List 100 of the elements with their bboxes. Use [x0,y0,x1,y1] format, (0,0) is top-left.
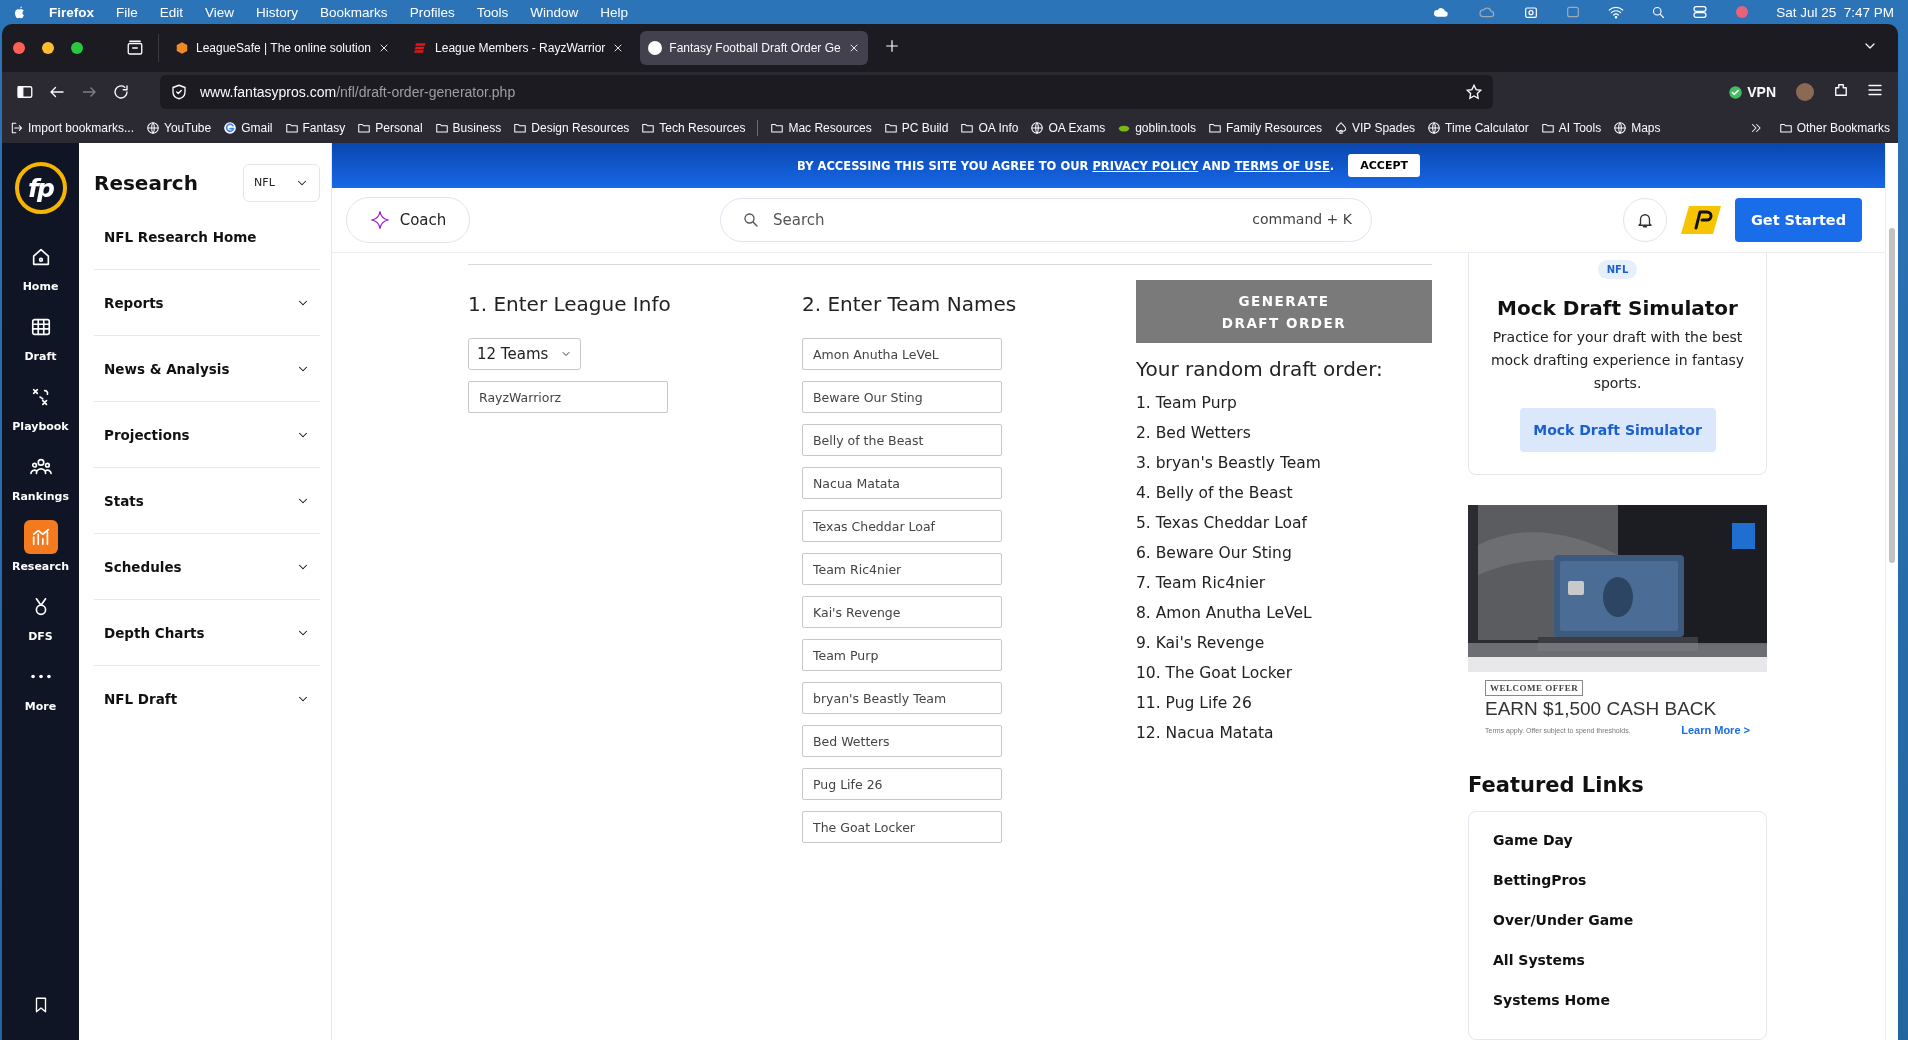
team-name-field[interactable]: Kai's Revenge [802,596,1002,628]
policy-link[interactable]: TERMS OF USE [1234,158,1330,173]
rail-item[interactable]: Home [2,231,79,301]
menu-item[interactable]: File [116,4,138,20]
extensions-icon[interactable] [1832,81,1850,99]
rail-item[interactable]: More [2,651,79,721]
avatar[interactable] [1796,83,1814,101]
bookmark[interactable]: Gmail [223,120,273,135]
rail-item[interactable]: Playbook [2,371,79,441]
rail-item[interactable]: Research [2,511,79,581]
team-name-field[interactable]: Nacua Matata [802,467,1002,499]
vpn-button[interactable]: VPN [1728,84,1776,100]
bookmark[interactable]: YouTube [146,120,212,135]
menu-item[interactable]: History [256,4,299,20]
sport-select[interactable]: NFL [243,163,320,202]
bookmark[interactable]: PC Build [883,120,949,135]
sidebar-item[interactable]: NFL Draft [94,666,320,731]
bookmark[interactable]: Design Resources [513,120,630,135]
browser-tab[interactable]: Fantasy Football Draft Order Ge [640,31,868,65]
sidebar-item[interactable]: NFL Research Home [94,204,320,270]
menu-item[interactable]: Edit [159,4,184,20]
globe-icon [1030,120,1045,135]
featured-link[interactable]: Over/Under Game [1493,900,1634,940]
browser-tab[interactable]: League Members - RayzWarrior [406,31,633,65]
bookmark[interactable]: Fantasy [284,120,346,135]
toggle-icon [1692,4,1709,20]
team-name-field[interactable]: Belly of the Beast [802,424,1002,456]
get-started-button[interactable]: Get Started [1735,198,1862,242]
notifications-button[interactable] [1623,198,1667,242]
bookmark[interactable]: AI Tools [1540,120,1602,135]
mock-draft-button[interactable]: Mock Draft Simulator [1519,408,1716,452]
draft-order-item: 3. bryan's Beastly Team [1136,453,1322,474]
search-icon [1651,4,1667,20]
featured-link[interactable]: Systems Home [1493,980,1610,1020]
sport-badge: NFL [1597,260,1638,279]
sidebar-item[interactable]: News & Analysis [94,336,320,402]
rail-item[interactable]: DFS [2,581,79,651]
draft-order-item: 4. Belly of the Beast [1136,483,1294,504]
menu-item[interactable]: Profiles [409,4,455,20]
menu-item[interactable]: Firefox [49,4,94,20]
bookmark[interactable]: VIP Spades [1333,120,1416,135]
bookmark[interactable]: goblin.tools [1117,120,1196,135]
bookmark[interactable]: Maps [1613,120,1661,135]
league-name-field[interactable]: RayzWarriorz [468,381,668,413]
teams-select[interactable]: 12 Teams [468,338,581,370]
bookmark[interactable]: Other Bookmarks [1778,120,1890,135]
policy-link[interactable]: PRIVACY POLICY [1092,158,1199,173]
sidebar-icon[interactable] [16,83,34,101]
accept-button[interactable]: ACCEPT [1348,154,1420,177]
team-name-field[interactable]: The Goat Locker [802,811,1002,843]
import-icon [10,120,24,135]
bookmark[interactable]: Time Calculator [1427,120,1529,135]
sparkle-icon [369,210,390,230]
rail-item[interactable]: Rankings [2,441,79,511]
sidebar-item[interactable]: Depth Charts [94,600,320,666]
bookmark[interactable]: OA Exams [1030,120,1106,135]
team-name-field[interactable]: Texas Cheddar Loaf [802,510,1002,542]
bookmark[interactable]: Family Resources [1207,120,1322,135]
menu-item[interactable]: Tools [476,4,509,20]
reload-icon[interactable] [112,83,130,101]
rail-item[interactable]: Draft [2,301,79,371]
bookmark[interactable]: Personal [357,120,423,135]
new-tab-icon[interactable] [883,38,900,54]
featured-link[interactable]: All Systems [1493,940,1585,980]
learn-more-link[interactable]: Learn More > [1681,724,1750,736]
star-icon[interactable] [1465,83,1483,101]
sidebar-item[interactable]: Schedules [94,534,320,600]
scrollbar-thumb[interactable] [1889,228,1895,563]
team-name-field[interactable]: Beware Our Sting [802,381,1002,413]
bookmark[interactable]: Tech Resources [641,120,746,135]
bookmark[interactable]: OA Info [960,120,1019,135]
zoom-button[interactable] [71,42,83,54]
team-name-field[interactable]: Bed Wetters [802,725,1002,757]
featured-link[interactable]: Game Day [1493,820,1573,860]
team-name-field[interactable]: Team Purp [802,639,1002,671]
tab-overview-icon[interactable] [126,39,144,57]
sidebar-item[interactable]: Reports [94,270,320,336]
menu-item[interactable]: View [205,4,235,20]
draft-order-item: 8. Amon Anutha LeVeL [1136,603,1313,624]
sidebar-item[interactable]: Stats [94,468,320,534]
coach-button[interactable]: Coach [346,197,470,243]
bookmark[interactable]: Import bookmarks... [10,120,135,135]
featured-link[interactable]: BettingPros [1493,860,1587,900]
menu-item[interactable]: Help [600,4,628,20]
sidebar-item[interactable]: Projections [94,402,320,468]
menu-item[interactable]: Bookmarks [320,4,388,20]
logo[interactable]: fp [14,162,67,214]
minimize-button[interactable] [42,42,54,54]
address-bar[interactable]: www.fantasypros.com/nfl/draft-order-generator.php [160,75,1493,109]
team-name-field[interactable]: Team Ric4nier [802,553,1002,585]
team-name-field[interactable]: Pug Life 26 [802,768,1002,800]
section-heading: 2. Enter Team Names [802,291,1018,318]
menu-item[interactable]: Window [530,4,579,20]
team-name-field[interactable]: Amon Anutha LeVeL [802,338,1002,370]
close-button[interactable] [13,42,25,54]
team-name-field[interactable]: bryan's Beastly Team [802,682,1002,714]
bookmark[interactable]: Business [434,120,502,135]
browser-tab[interactable]: LeagueSafe | The online solution [167,31,399,65]
bookmark[interactable]: Mac Resources [770,120,872,135]
generate-button[interactable]: GENERATE DRAFT ORDER [1136,280,1432,343]
